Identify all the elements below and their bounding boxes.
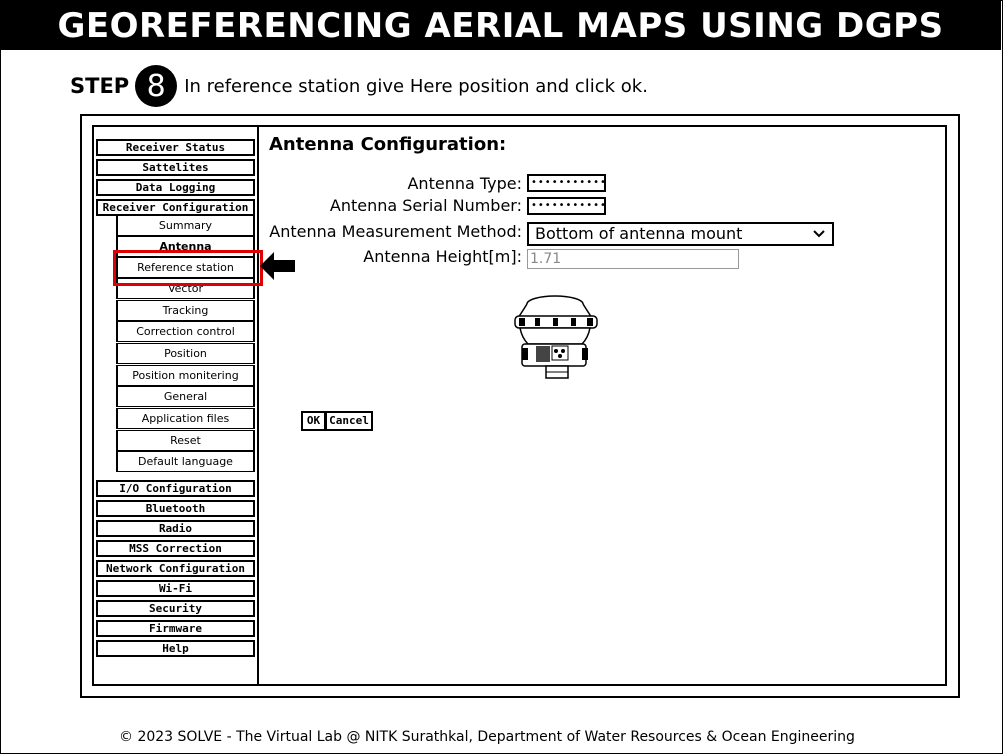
measurement-method-select[interactable]: Bottom of antenna mount	[527, 222, 834, 246]
submenu-correction-control[interactable]: Correction control	[116, 321, 255, 342]
menu-firmware[interactable]: Firmware	[96, 620, 255, 637]
menu-data-logging[interactable]: Data Logging	[96, 179, 255, 196]
reference-station-highlight	[113, 250, 263, 286]
submenu-default-language[interactable]: Default language	[116, 451, 255, 472]
menu-bluetooth[interactable]: Bluetooth	[96, 500, 255, 517]
step-text: In reference station give Here position …	[184, 75, 648, 97]
gnss-antenna-icon	[514, 295, 598, 379]
submenu-tracking[interactable]: Tracking	[116, 300, 255, 321]
menu-help[interactable]: Help	[96, 640, 255, 657]
submenu-general[interactable]: General	[116, 386, 255, 407]
antenna-height-field[interactable]: 1.71	[527, 249, 739, 269]
menu-receiver-status[interactable]: Receiver Status	[96, 139, 255, 156]
menu-radio[interactable]: Radio	[96, 520, 255, 537]
antenna-type-field[interactable]: •••••••••••	[527, 174, 606, 192]
measurement-method-label: Antenna Measurement Method:	[269, 222, 522, 241]
menu-security[interactable]: Security	[96, 600, 255, 617]
cancel-button[interactable]: Cancel	[325, 411, 373, 431]
section-title: Antenna Configuration:	[269, 134, 507, 155]
menu-network-configuration[interactable]: Network Configuration	[96, 560, 255, 577]
menu-mss-correction[interactable]: MSS Correction	[96, 540, 255, 557]
step-number-badge: 8	[135, 65, 178, 107]
chevron-down-icon	[813, 230, 825, 238]
footer-copyright: © 2023 SOLVE - The Virtual Lab @ NITK Su…	[119, 729, 855, 745]
submenu-position-monitering[interactable]: Position monitering	[116, 365, 255, 386]
ok-button[interactable]: OK	[301, 411, 326, 431]
measurement-method-value: Bottom of antenna mount	[535, 224, 743, 243]
submenu-summary[interactable]: Summary	[116, 215, 255, 236]
antenna-serial-label: Antenna Serial Number:	[329, 196, 522, 215]
menu-wifi[interactable]: Wi-Fi	[96, 580, 255, 597]
submenu-reset[interactable]: Reset	[116, 430, 255, 451]
antenna-height-label: Antenna Height[m]:	[363, 247, 522, 266]
antenna-serial-field[interactable]: •••••••••••	[527, 197, 606, 215]
step-label: STEP	[70, 74, 130, 98]
step-instruction: STEP 8 In reference station give Here po…	[70, 65, 648, 107]
menu-satellites[interactable]: Sattelites	[96, 159, 255, 176]
menu-io-configuration[interactable]: I/O Configuration	[96, 480, 255, 497]
submenu-application-files[interactable]: Application files	[116, 408, 255, 429]
page-title-banner: GEOREFERENCING AERIAL MAPS USING DGPS	[0, 0, 1001, 50]
submenu-position[interactable]: Position	[116, 343, 255, 364]
antenna-type-label: Antenna Type:	[407, 174, 522, 193]
menu-receiver-configuration[interactable]: Receiver Configuration	[96, 199, 255, 216]
